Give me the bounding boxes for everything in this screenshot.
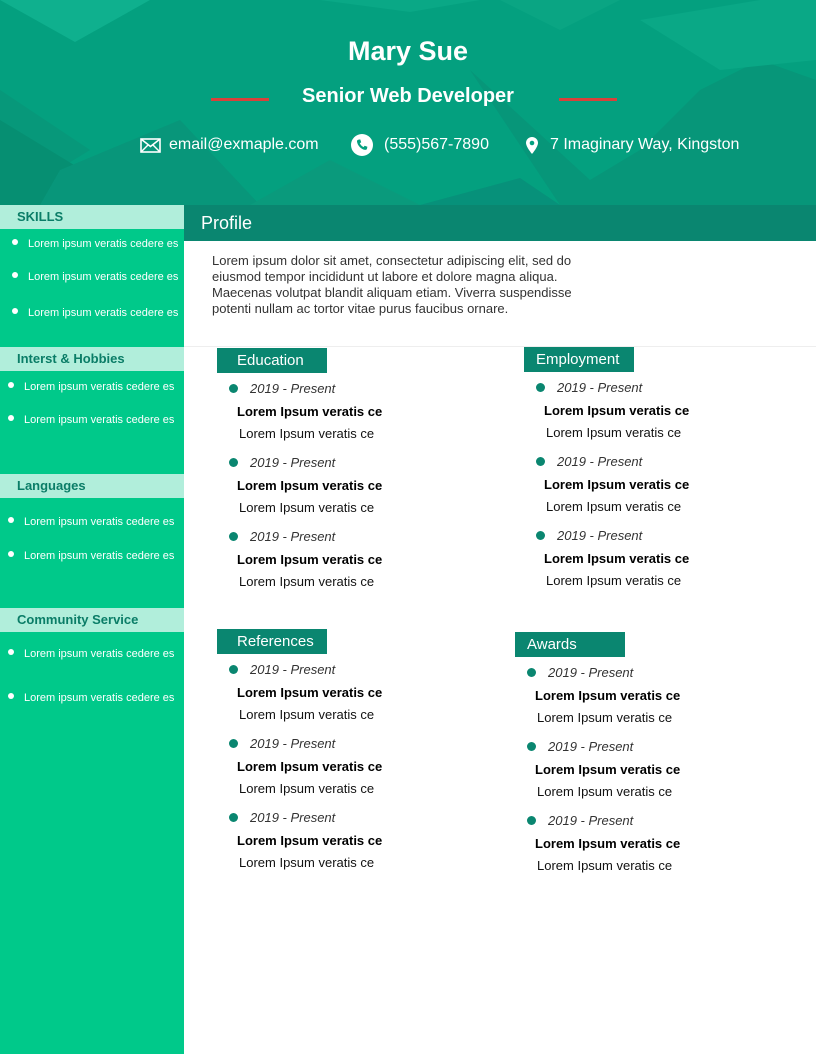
- references-date: 2019 - Present: [250, 662, 336, 677]
- awards-date: 2019 - Present: [548, 813, 634, 828]
- awards-bullet: [527, 742, 536, 751]
- skills-heading: SKILLS: [0, 205, 184, 229]
- employment-date: 2019 - Present: [557, 454, 643, 469]
- references-title: Lorem Ipsum veratis ce: [237, 833, 383, 848]
- education-subtitle: Lorem Ipsum veratis ce: [239, 574, 375, 589]
- references-bullet: [229, 739, 238, 748]
- contact-email[interactable]: email@exmaple.com: [140, 134, 319, 156]
- employment-subtitle: Lorem Ipsum veratis ce: [546, 425, 682, 440]
- employment-date: 2019 - Present: [557, 380, 643, 395]
- awards-bullet: [527, 668, 536, 677]
- skills-item: Lorem ipsum veratis cedere es: [11, 270, 181, 284]
- references-date: 2019 - Present: [250, 736, 336, 751]
- awards-date: 2019 - Present: [548, 665, 634, 680]
- employment-bullet: [536, 457, 545, 466]
- languages-heading: Languages: [0, 474, 184, 498]
- education-heading: Education: [217, 348, 327, 373]
- references-subtitle: Lorem Ipsum veratis ce: [239, 707, 375, 722]
- job-title: Senior Web Developer: [302, 85, 514, 107]
- references-bullet: [229, 813, 238, 822]
- references-heading: References: [217, 629, 327, 654]
- location-pin-icon: [526, 136, 538, 154]
- education-subtitle: Lorem Ipsum veratis ce: [239, 426, 375, 441]
- education-date: 2019 - Present: [250, 455, 336, 470]
- employment-title: Lorem Ipsum veratis ce: [544, 477, 690, 492]
- education-bullet: [229, 384, 238, 393]
- awards-subtitle: Lorem Ipsum veratis ce: [537, 784, 673, 799]
- awards-title: Lorem Ipsum veratis ce: [535, 836, 681, 851]
- awards-heading: Awards: [515, 632, 625, 657]
- hobbies-heading: Interst & Hobbies: [0, 347, 184, 371]
- employment-date: 2019 - Present: [557, 528, 643, 543]
- profile-heading-bar: Profile: [184, 205, 816, 241]
- skills-item: Lorem ipsum veratis cedere es: [11, 306, 181, 320]
- education-title: Lorem Ipsum veratis ce: [237, 404, 383, 419]
- employment-subtitle: Lorem Ipsum veratis ce: [546, 573, 682, 588]
- profile-divider: [184, 346, 816, 347]
- education-title: Lorem Ipsum veratis ce: [237, 552, 383, 567]
- references-subtitle: Lorem Ipsum veratis ce: [239, 855, 375, 870]
- education-title: Lorem Ipsum veratis ce: [237, 478, 383, 493]
- community-service-item: Lorem ipsum veratis cedere es: [7, 647, 177, 661]
- address-text: 7 Imaginary Way, Kingston: [550, 136, 740, 153]
- references-subtitle: Lorem Ipsum veratis ce: [239, 781, 375, 796]
- envelope-icon: [140, 137, 161, 153]
- awards-title: Lorem Ipsum veratis ce: [535, 688, 681, 703]
- employment-subtitle: Lorem Ipsum veratis ce: [546, 499, 682, 514]
- profile-summary: Lorem ipsum dolor sit amet, consectetur …: [212, 253, 572, 316]
- employment-title: Lorem Ipsum veratis ce: [544, 551, 690, 566]
- hobbies-item: Lorem ipsum veratis cedere es: [7, 380, 177, 394]
- awards-title: Lorem Ipsum veratis ce: [535, 762, 681, 777]
- email-text: email@exmaple.com: [169, 136, 319, 153]
- employment-bullet: [536, 531, 545, 540]
- phone-icon: [351, 134, 373, 156]
- title-right-rule: [559, 98, 617, 101]
- skills-item: Lorem ipsum veratis cedere es: [11, 237, 181, 251]
- contact-address[interactable]: 7 Imaginary Way, Kingston: [526, 134, 739, 156]
- education-date: 2019 - Present: [250, 529, 336, 544]
- awards-bullet: [527, 816, 536, 825]
- profile-heading: Profile: [201, 213, 253, 233]
- languages-item: Lorem ipsum veratis cedere es: [7, 549, 177, 563]
- languages-item: Lorem ipsum veratis cedere es: [7, 515, 177, 529]
- community-service-heading: Community Service: [0, 608, 184, 632]
- education-date: 2019 - Present: [250, 381, 336, 396]
- resume-header: Mary Sue Senior Web Developer email@exma…: [0, 0, 816, 205]
- education-subtitle: Lorem Ipsum veratis ce: [239, 500, 375, 515]
- phone-text: (555)567-7890: [384, 136, 489, 153]
- references-title: Lorem Ipsum veratis ce: [237, 759, 383, 774]
- awards-subtitle: Lorem Ipsum veratis ce: [537, 710, 673, 725]
- employment-bullet: [536, 383, 545, 392]
- employment-title: Lorem Ipsum veratis ce: [544, 403, 690, 418]
- references-bullet: [229, 665, 238, 674]
- education-bullet: [229, 532, 238, 541]
- awards-date: 2019 - Present: [548, 739, 634, 754]
- references-title: Lorem Ipsum veratis ce: [237, 685, 383, 700]
- hobbies-item: Lorem ipsum veratis cedere es: [7, 413, 177, 427]
- education-bullet: [229, 458, 238, 467]
- contact-phone[interactable]: (555)567-7890: [351, 134, 489, 156]
- employment-heading: Employment: [524, 347, 634, 372]
- community-service-item: Lorem ipsum veratis cedere es: [7, 691, 177, 705]
- candidate-name: Mary Sue: [347, 36, 469, 66]
- references-date: 2019 - Present: [250, 810, 336, 825]
- awards-subtitle: Lorem Ipsum veratis ce: [537, 858, 673, 873]
